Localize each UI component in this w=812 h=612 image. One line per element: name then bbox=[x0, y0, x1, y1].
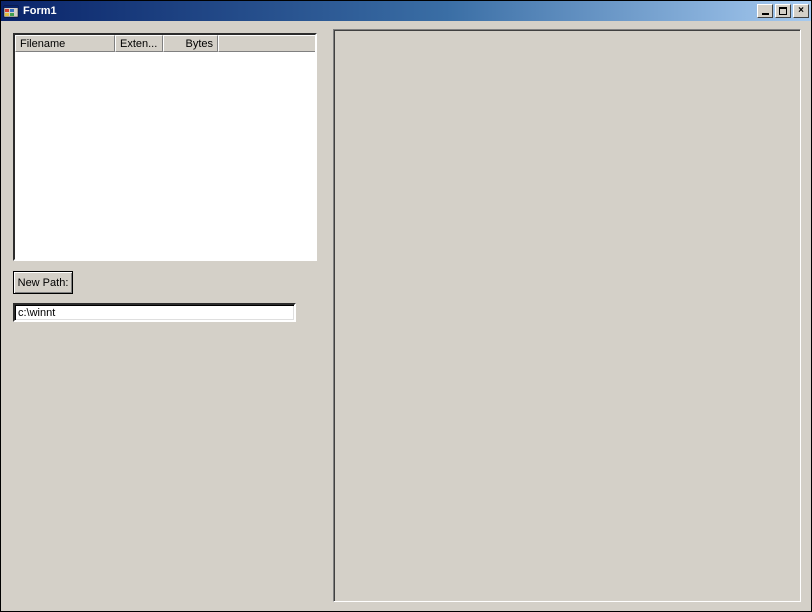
window-title: Form1 bbox=[23, 5, 755, 17]
listview-body[interactable] bbox=[15, 52, 315, 259]
column-label: Filename bbox=[20, 38, 65, 50]
preview-panel bbox=[333, 29, 801, 602]
column-header-filler bbox=[218, 35, 315, 52]
column-header-bytes[interactable]: Bytes bbox=[163, 35, 218, 52]
button-label: New Path: bbox=[18, 277, 69, 289]
column-header-extension[interactable]: Exten... bbox=[115, 35, 163, 52]
app-window: Form1 × Filename Exten... Bytes bbox=[0, 0, 812, 612]
window-control-buttons: × bbox=[755, 4, 809, 18]
minimize-button[interactable] bbox=[757, 4, 773, 18]
new-path-button[interactable]: New Path: bbox=[13, 271, 73, 294]
path-input[interactable] bbox=[13, 303, 296, 322]
column-label: Exten... bbox=[120, 38, 157, 50]
listview-header-row: Filename Exten... Bytes bbox=[15, 35, 315, 52]
column-header-filename[interactable]: Filename bbox=[15, 35, 115, 52]
app-icon bbox=[3, 3, 19, 19]
close-button[interactable]: × bbox=[793, 4, 809, 18]
title-bar[interactable]: Form1 × bbox=[1, 1, 811, 21]
maximize-button[interactable] bbox=[775, 4, 791, 18]
client-area: Filename Exten... Bytes New Path: bbox=[1, 21, 811, 611]
column-label: Bytes bbox=[185, 38, 213, 50]
file-listview[interactable]: Filename Exten... Bytes bbox=[13, 33, 317, 261]
